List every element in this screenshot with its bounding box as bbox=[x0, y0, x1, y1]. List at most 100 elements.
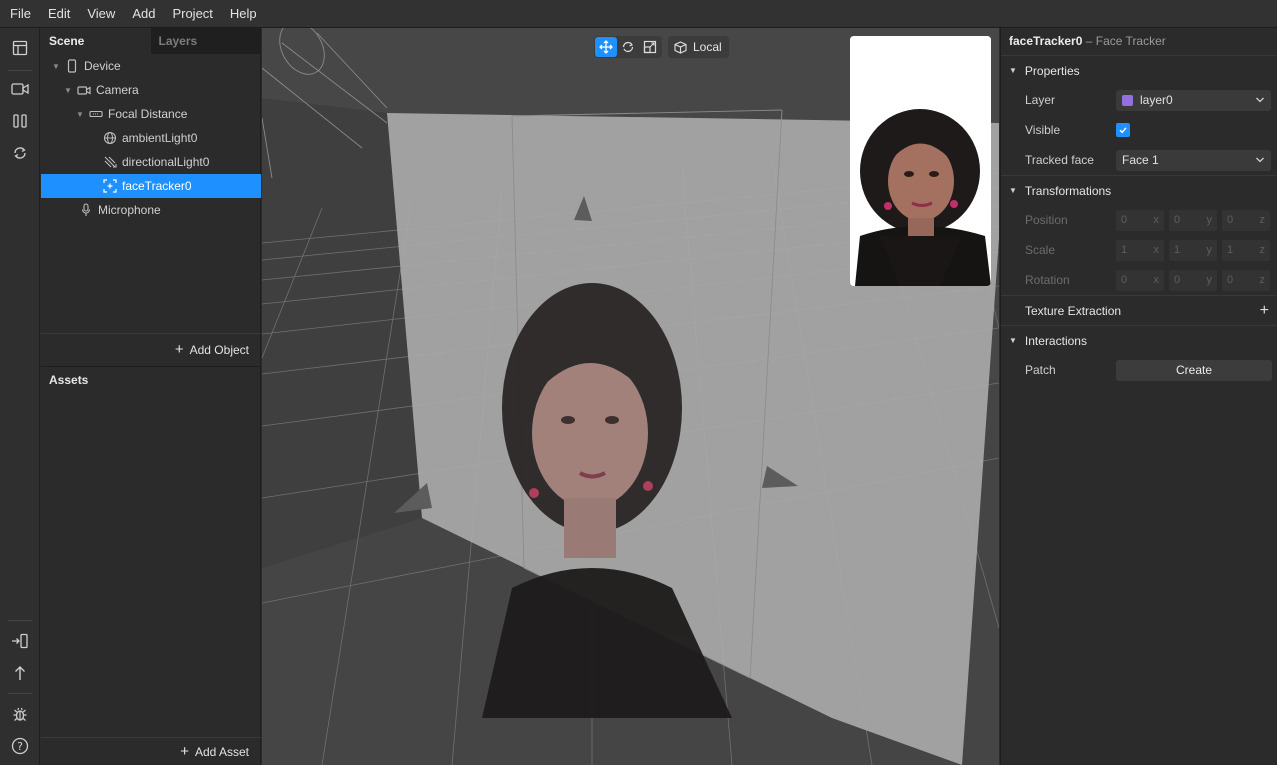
tree-item-label: Device bbox=[84, 59, 121, 73]
caret-down-icon[interactable]: ▼ bbox=[75, 110, 85, 119]
tab-scene[interactable]: Scene bbox=[41, 28, 151, 54]
assets-panel: Assets + Add Asset bbox=[41, 366, 261, 765]
scale-y-field: 1y bbox=[1169, 239, 1217, 261]
object-name: faceTracker0 bbox=[1009, 34, 1083, 48]
caret-down-icon: ▼ bbox=[1009, 336, 1017, 345]
layer-label: Layer bbox=[1025, 93, 1056, 107]
tree-item-device[interactable]: ▼ Device bbox=[41, 54, 261, 78]
prop-patch: Patch Create bbox=[1001, 355, 1277, 385]
visible-checkbox[interactable] bbox=[1116, 123, 1130, 137]
transform-tools bbox=[594, 36, 662, 58]
prop-tracked-face: Tracked face Face 1 bbox=[1001, 145, 1277, 175]
send-to-device-icon[interactable] bbox=[8, 629, 32, 653]
tree-item-label: ambientLight0 bbox=[122, 131, 198, 145]
preview-face-image bbox=[850, 36, 991, 286]
tree-item-label: Camera bbox=[96, 83, 139, 97]
scene-panel: Scene Layers ▼ Device ▼ Camera ▼ Focal D… bbox=[41, 28, 261, 365]
phone-icon bbox=[65, 59, 79, 73]
tree-item-label: Focal Distance bbox=[108, 107, 188, 121]
microphone-icon bbox=[79, 203, 93, 217]
rotation-z-field: 0z bbox=[1222, 269, 1270, 291]
cube-icon bbox=[674, 40, 687, 54]
section-label: Texture Extraction bbox=[1025, 303, 1122, 318]
caret-down-icon[interactable]: ▼ bbox=[51, 62, 61, 71]
prop-rotation: Rotation 0x 0y 0z bbox=[1001, 265, 1277, 295]
checkmark-icon bbox=[1119, 127, 1127, 134]
help-icon[interactable]: ? bbox=[8, 734, 32, 758]
tree-item-ambient-light[interactable]: ambientLight0 bbox=[41, 126, 261, 150]
bug-icon[interactable] bbox=[8, 702, 32, 726]
rail-divider bbox=[8, 693, 32, 694]
tree-item-focal-distance[interactable]: ▼ Focal Distance bbox=[41, 102, 261, 126]
section-properties[interactable]: ▼ Properties bbox=[1001, 55, 1277, 85]
caret-down-icon: ▼ bbox=[1009, 186, 1017, 195]
prop-position: Position 0x 0y 0z bbox=[1001, 205, 1277, 235]
svg-text:?: ? bbox=[17, 740, 23, 753]
menu-edit[interactable]: Edit bbox=[48, 6, 70, 21]
chevron-down-icon bbox=[1255, 153, 1265, 170]
local-label: Local bbox=[693, 40, 722, 54]
face-tracker-icon bbox=[103, 179, 117, 193]
camera-preview bbox=[850, 36, 991, 286]
tree-item-label: Microphone bbox=[98, 203, 161, 217]
tree-item-face-tracker[interactable]: faceTracker0 bbox=[41, 174, 261, 198]
plus-icon: + bbox=[174, 341, 184, 358]
tree-item-directional-light[interactable]: directionalLight0 bbox=[41, 150, 261, 174]
move-tool-icon[interactable] bbox=[595, 37, 617, 57]
tracked-face-select[interactable]: Face 1 bbox=[1116, 149, 1271, 171]
tool-rail: ? bbox=[0, 28, 40, 765]
tree-item-label: directionalLight0 bbox=[122, 155, 210, 169]
refresh-icon[interactable] bbox=[8, 141, 32, 165]
scale-fields: 1x 1y 1z bbox=[1116, 239, 1275, 261]
layout-icon[interactable] bbox=[8, 36, 32, 60]
section-label: Interactions bbox=[1024, 333, 1087, 348]
menu-help[interactable]: Help bbox=[230, 6, 257, 21]
add-texture-extraction-icon[interactable]: + bbox=[1260, 302, 1269, 320]
object-type: – Face Tracker bbox=[1085, 34, 1166, 48]
video-camera-icon[interactable] bbox=[8, 77, 32, 101]
menu-add[interactable]: Add bbox=[132, 6, 155, 21]
chevron-down-icon bbox=[1255, 93, 1265, 110]
section-texture-extraction[interactable]: Texture Extraction + bbox=[1001, 295, 1277, 325]
caret-down-icon: ▼ bbox=[1009, 66, 1017, 75]
position-x-field: 0x bbox=[1116, 209, 1164, 231]
patch-label: Patch bbox=[1025, 363, 1056, 377]
plus-icon: + bbox=[180, 743, 189, 760]
tracked-face-value: Face 1 bbox=[1122, 153, 1159, 167]
scale-tool-icon[interactable] bbox=[639, 37, 661, 57]
simulator-icon[interactable] bbox=[8, 109, 32, 133]
camera-icon bbox=[77, 83, 91, 97]
rotate-tool-icon[interactable] bbox=[617, 37, 639, 57]
tracked-face-label: Tracked face bbox=[1025, 153, 1094, 167]
tree-item-microphone[interactable]: Microphone bbox=[41, 198, 261, 222]
scene-viewport[interactable]: Local bbox=[262, 28, 999, 765]
scale-label: Scale bbox=[1025, 243, 1056, 257]
add-asset-button[interactable]: + Add Asset bbox=[41, 737, 261, 765]
visible-label: Visible bbox=[1025, 123, 1061, 137]
rail-divider bbox=[8, 70, 32, 71]
directional-light-icon bbox=[103, 155, 117, 169]
menu-file[interactable]: File bbox=[10, 6, 31, 21]
rotation-fields: 0x 0y 0z bbox=[1116, 269, 1275, 291]
tab-layers[interactable]: Layers bbox=[150, 28, 260, 54]
focal-distance-icon bbox=[89, 107, 103, 121]
add-object-button[interactable]: + Add Object bbox=[41, 333, 261, 365]
layer-select[interactable]: layer0 bbox=[1116, 89, 1271, 111]
ambient-light-icon bbox=[103, 131, 117, 145]
add-object-label: Add Object bbox=[189, 342, 249, 357]
local-space-toggle[interactable]: Local bbox=[668, 36, 729, 58]
scale-z-field: 1z bbox=[1222, 239, 1270, 261]
section-label: Properties bbox=[1024, 63, 1080, 78]
menu-project[interactable]: Project bbox=[172, 6, 212, 21]
section-interactions[interactable]: ▼ Interactions bbox=[1001, 325, 1277, 355]
prop-visible: Visible bbox=[1001, 115, 1277, 145]
caret-down-icon[interactable]: ▼ bbox=[63, 86, 73, 95]
rotation-y-field: 0y bbox=[1169, 269, 1217, 291]
create-patch-button[interactable]: Create bbox=[1116, 359, 1272, 381]
menu-bar: File Edit View Add Project Help bbox=[0, 0, 1277, 28]
upload-icon[interactable] bbox=[8, 661, 32, 685]
section-transformations[interactable]: ▼ Transformations bbox=[1001, 175, 1277, 205]
menu-view[interactable]: View bbox=[87, 6, 115, 21]
position-label: Position bbox=[1025, 213, 1068, 227]
tree-item-camera[interactable]: ▼ Camera bbox=[41, 78, 261, 102]
